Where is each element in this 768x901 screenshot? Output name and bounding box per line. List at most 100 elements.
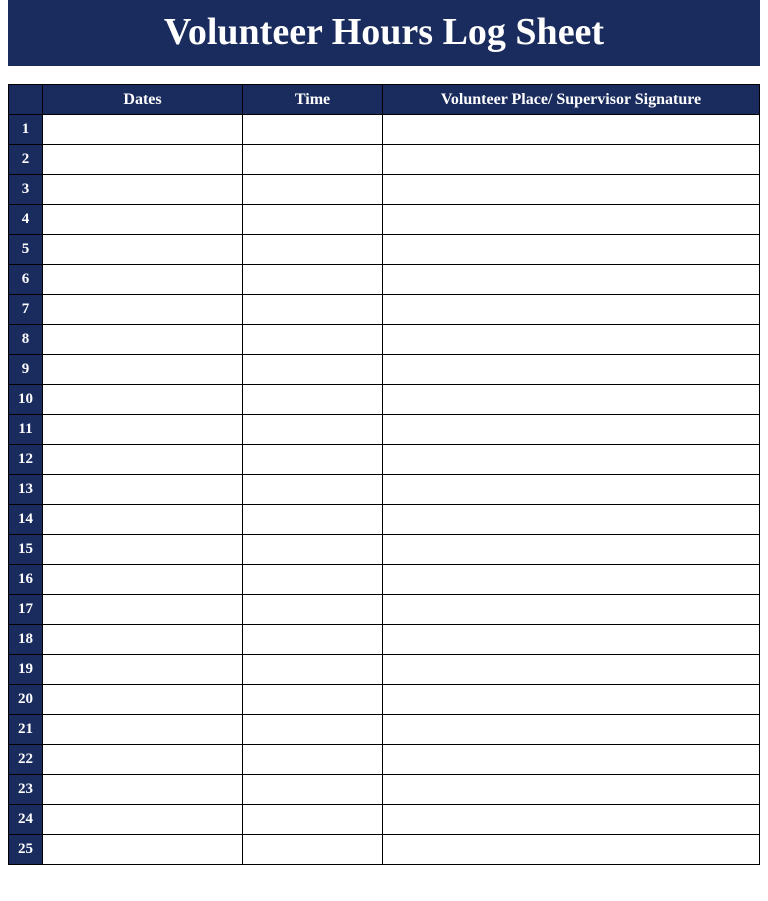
dates-cell[interactable] — [43, 625, 243, 655]
row-number: 3 — [9, 175, 43, 205]
time-cell[interactable] — [243, 625, 383, 655]
dates-cell[interactable] — [43, 475, 243, 505]
time-cell[interactable] — [243, 265, 383, 295]
signature-cell[interactable] — [383, 325, 760, 355]
signature-cell[interactable] — [383, 205, 760, 235]
row-number: 9 — [9, 355, 43, 385]
dates-cell[interactable] — [43, 655, 243, 685]
dates-cell[interactable] — [43, 415, 243, 445]
signature-cell[interactable] — [383, 445, 760, 475]
row-number: 2 — [9, 145, 43, 175]
row-number: 8 — [9, 325, 43, 355]
table-row: 11 — [9, 415, 760, 445]
time-cell[interactable] — [243, 565, 383, 595]
dates-cell[interactable] — [43, 535, 243, 565]
dates-cell[interactable] — [43, 145, 243, 175]
signature-cell[interactable] — [383, 505, 760, 535]
dates-cell[interactable] — [43, 175, 243, 205]
table-row: 20 — [9, 685, 760, 715]
signature-cell[interactable] — [383, 175, 760, 205]
time-cell[interactable] — [243, 595, 383, 625]
dates-cell[interactable] — [43, 745, 243, 775]
signature-cell[interactable] — [383, 115, 760, 145]
signature-cell[interactable] — [383, 295, 760, 325]
table-row: 25 — [9, 835, 760, 865]
signature-cell[interactable] — [383, 775, 760, 805]
time-cell[interactable] — [243, 415, 383, 445]
row-number: 21 — [9, 715, 43, 745]
dates-cell[interactable] — [43, 115, 243, 145]
time-cell[interactable] — [243, 145, 383, 175]
dates-cell[interactable] — [43, 325, 243, 355]
signature-cell[interactable] — [383, 655, 760, 685]
signature-cell[interactable] — [383, 355, 760, 385]
time-cell[interactable] — [243, 235, 383, 265]
signature-cell[interactable] — [383, 805, 760, 835]
header-dates: Dates — [43, 85, 243, 115]
signature-cell[interactable] — [383, 625, 760, 655]
signature-cell[interactable] — [383, 535, 760, 565]
time-cell[interactable] — [243, 175, 383, 205]
signature-cell[interactable] — [383, 835, 760, 865]
signature-cell[interactable] — [383, 565, 760, 595]
time-cell[interactable] — [243, 295, 383, 325]
row-number: 22 — [9, 745, 43, 775]
table-row: 19 — [9, 655, 760, 685]
time-cell[interactable] — [243, 535, 383, 565]
time-cell[interactable] — [243, 115, 383, 145]
table-row: 5 — [9, 235, 760, 265]
dates-cell[interactable] — [43, 265, 243, 295]
dates-cell[interactable] — [43, 205, 243, 235]
signature-cell[interactable] — [383, 145, 760, 175]
dates-cell[interactable] — [43, 445, 243, 475]
time-cell[interactable] — [243, 835, 383, 865]
header-blank — [9, 85, 43, 115]
signature-cell[interactable] — [383, 385, 760, 415]
table-row: 8 — [9, 325, 760, 355]
row-number: 24 — [9, 805, 43, 835]
signature-cell[interactable] — [383, 415, 760, 445]
signature-cell[interactable] — [383, 235, 760, 265]
dates-cell[interactable] — [43, 385, 243, 415]
dates-cell[interactable] — [43, 355, 243, 385]
signature-cell[interactable] — [383, 745, 760, 775]
signature-cell[interactable] — [383, 685, 760, 715]
signature-cell[interactable] — [383, 715, 760, 745]
row-number: 14 — [9, 505, 43, 535]
time-cell[interactable] — [243, 655, 383, 685]
dates-cell[interactable] — [43, 805, 243, 835]
dates-cell[interactable] — [43, 835, 243, 865]
table-row: 4 — [9, 205, 760, 235]
time-cell[interactable] — [243, 715, 383, 745]
time-cell[interactable] — [243, 775, 383, 805]
dates-cell[interactable] — [43, 595, 243, 625]
table-row: 6 — [9, 265, 760, 295]
dates-cell[interactable] — [43, 685, 243, 715]
dates-cell[interactable] — [43, 565, 243, 595]
signature-cell[interactable] — [383, 265, 760, 295]
time-cell[interactable] — [243, 685, 383, 715]
time-cell[interactable] — [243, 805, 383, 835]
table-row: 21 — [9, 715, 760, 745]
time-cell[interactable] — [243, 205, 383, 235]
table-row: 15 — [9, 535, 760, 565]
row-number: 5 — [9, 235, 43, 265]
time-cell[interactable] — [243, 325, 383, 355]
dates-cell[interactable] — [43, 505, 243, 535]
time-cell[interactable] — [243, 385, 383, 415]
time-cell[interactable] — [243, 505, 383, 535]
signature-cell[interactable] — [383, 595, 760, 625]
dates-cell[interactable] — [43, 775, 243, 805]
time-cell[interactable] — [243, 475, 383, 505]
time-cell[interactable] — [243, 355, 383, 385]
row-number: 20 — [9, 685, 43, 715]
dates-cell[interactable] — [43, 235, 243, 265]
signature-cell[interactable] — [383, 475, 760, 505]
row-number: 12 — [9, 445, 43, 475]
dates-cell[interactable] — [43, 715, 243, 745]
time-cell[interactable] — [243, 445, 383, 475]
table-row: 1 — [9, 115, 760, 145]
dates-cell[interactable] — [43, 295, 243, 325]
time-cell[interactable] — [243, 745, 383, 775]
row-number: 6 — [9, 265, 43, 295]
